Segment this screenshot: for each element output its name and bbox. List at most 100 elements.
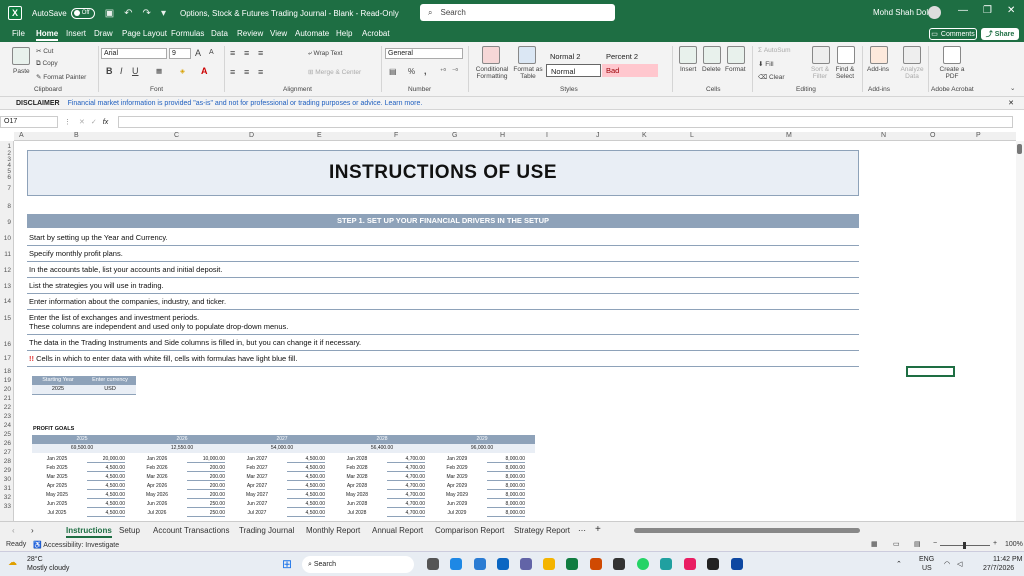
sheet-tab-monthly-report[interactable]: Monthly Report xyxy=(306,526,360,535)
row-header-12[interactable]: 12 xyxy=(4,267,11,274)
goal-month[interactable]: May 2025 xyxy=(32,492,82,498)
font-name-combo[interactable]: Arial xyxy=(101,48,167,59)
page-layout-view-icon[interactable]: ▭ xyxy=(893,540,900,548)
outlook-icon[interactable] xyxy=(474,558,486,570)
goal-value[interactable]: 8,000.00 xyxy=(487,510,525,517)
format-as-table-icon[interactable] xyxy=(518,46,536,64)
find-select-icon[interactable] xyxy=(837,46,855,64)
sheet-tab-comparison-report[interactable]: Comparison Report xyxy=(435,526,504,535)
autosave-toggle[interactable]: Off xyxy=(70,7,95,19)
align-top-icon[interactable]: ≡ xyxy=(230,48,235,58)
app-icon-1[interactable] xyxy=(497,558,509,570)
sheet-tab-strategy-report[interactable]: Strategy Report xyxy=(514,526,570,535)
sheet-tab-account-transactions[interactable]: Account Transactions xyxy=(153,526,229,535)
style-normal-2[interactable]: Normal 2 xyxy=(546,50,601,63)
delete-cells-icon[interactable] xyxy=(703,46,721,64)
goal-value[interactable]: 200.00 xyxy=(187,474,225,481)
volume-icon[interactable]: ◁ xyxy=(957,560,962,568)
goal-month[interactable]: Feb 2029 xyxy=(432,465,482,471)
goal-value[interactable]: 4,700.00 xyxy=(387,474,425,481)
page-break-view-icon[interactable]: ▤ xyxy=(914,540,921,548)
goal-value[interactable]: 4,700.00 xyxy=(387,492,425,499)
tab-page-layout[interactable]: Page Layout xyxy=(122,29,167,38)
clear-button[interactable]: ⌫ Clear xyxy=(758,73,785,81)
goal-value[interactable]: 10,000.00 xyxy=(187,456,225,463)
row-header-7[interactable]: 7 xyxy=(7,185,11,192)
column-header-p[interactable]: P xyxy=(976,132,981,139)
add-sheet-icon[interactable]: + xyxy=(595,524,601,535)
goal-month[interactable]: Feb 2027 xyxy=(232,465,282,471)
row-header-29[interactable]: 29 xyxy=(4,467,11,474)
align-left-icon[interactable]: ≡ xyxy=(230,67,235,77)
goal-value[interactable]: 250.00 xyxy=(187,501,225,508)
app-icon-5[interactable] xyxy=(707,558,719,570)
minimize-icon[interactable]: — xyxy=(958,5,968,16)
goal-month[interactable]: May 2027 xyxy=(232,492,282,498)
goal-value[interactable]: 8,000.00 xyxy=(487,474,525,481)
row-header-21[interactable]: 21 xyxy=(4,395,11,402)
conditional-formatting-icon[interactable] xyxy=(482,46,500,64)
whatsapp-icon[interactable] xyxy=(637,558,649,570)
taskbar-search[interactable]: ⌕ Search xyxy=(302,556,414,573)
column-header-i[interactable]: I xyxy=(546,132,548,139)
horizontal-scroll-thumb[interactable] xyxy=(634,528,860,533)
goal-month[interactable]: Mar 2026 xyxy=(132,474,182,480)
column-header-c[interactable]: C xyxy=(174,132,179,139)
app-icon-6[interactable] xyxy=(731,558,743,570)
save-icon[interactable]: ▣ xyxy=(105,8,114,19)
goal-value[interactable]: 4,500.00 xyxy=(87,483,125,490)
goal-month[interactable]: Jun 2027 xyxy=(232,501,282,507)
collapse-ribbon-icon[interactable]: ⌄ xyxy=(1010,84,1015,92)
merge-center-button[interactable]: ⊞ Merge & Center xyxy=(308,68,361,76)
goal-value[interactable]: 8,000.00 xyxy=(487,501,525,508)
weather-temp[interactable]: 28°C xyxy=(27,556,43,563)
style-percent-2[interactable]: Percent 2 xyxy=(602,50,658,63)
app-icon-4[interactable] xyxy=(684,558,696,570)
goal-value[interactable]: 4,500.00 xyxy=(287,510,325,517)
selected-cell[interactable] xyxy=(906,366,955,377)
create-pdf-button[interactable]: Create a PDF xyxy=(938,66,966,80)
row-header-28[interactable]: 28 xyxy=(4,458,11,465)
style-normal[interactable]: Normal xyxy=(546,64,601,77)
column-header-f[interactable]: F xyxy=(394,132,398,139)
goal-month[interactable]: Jan 2025 xyxy=(32,456,82,462)
search-box[interactable]: ⌕ Search xyxy=(420,4,615,21)
row-header-10[interactable]: 10 xyxy=(4,235,11,242)
goal-value[interactable]: 8,000.00 xyxy=(487,483,525,490)
weather-desc[interactable]: Mostly cloudy xyxy=(27,565,69,572)
row-header-8[interactable]: 8 xyxy=(7,203,11,210)
goal-month[interactable]: Jun 2028 xyxy=(332,501,382,507)
percent-button[interactable]: % xyxy=(408,67,415,76)
delete-cells-button[interactable]: Delete xyxy=(702,66,721,73)
lang-us[interactable]: US xyxy=(922,565,932,572)
sort-filter-icon[interactable] xyxy=(812,46,830,64)
goal-value[interactable]: 8,000.00 xyxy=(487,456,525,463)
row-header-17[interactable]: 17 xyxy=(4,355,11,362)
goal-value[interactable]: 4,700.00 xyxy=(387,465,425,472)
tab-review[interactable]: Review xyxy=(237,29,263,38)
avatar[interactable] xyxy=(928,6,941,19)
column-header-b[interactable]: B xyxy=(74,132,79,139)
row-header-16[interactable]: 16 xyxy=(4,341,11,348)
grow-font-icon[interactable]: A xyxy=(195,48,201,58)
goal-month[interactable]: Jul 2025 xyxy=(32,510,82,516)
name-box-dropdown-icon[interactable]: ⋮ xyxy=(64,118,71,126)
goal-value[interactable]: 250.00 xyxy=(187,510,225,517)
goal-value[interactable]: 200.00 xyxy=(187,465,225,472)
goal-month[interactable]: May 2026 xyxy=(132,492,182,498)
font-color-icon[interactable]: A xyxy=(201,66,208,76)
bold-button[interactable]: B xyxy=(106,66,113,76)
goal-month[interactable]: Apr 2025 xyxy=(32,483,82,489)
row-header-20[interactable]: 20 xyxy=(4,386,11,393)
sort-filter-button[interactable]: Sort & Filter xyxy=(806,66,834,80)
add-ins-icon[interactable] xyxy=(870,46,888,64)
goal-value[interactable]: 4,700.00 xyxy=(387,483,425,490)
goal-value[interactable]: 4,500.00 xyxy=(87,474,125,481)
goal-value[interactable]: 20,000.00 xyxy=(87,456,125,463)
tab-help[interactable]: Help xyxy=(336,29,352,38)
row-header-14[interactable]: 14 xyxy=(4,298,11,305)
goal-month[interactable]: Feb 2025 xyxy=(32,465,82,471)
sheet-tab-trading-journal[interactable]: Trading Journal xyxy=(239,526,294,535)
column-header-d[interactable]: D xyxy=(249,132,254,139)
tab-formulas[interactable]: Formulas xyxy=(171,29,204,38)
